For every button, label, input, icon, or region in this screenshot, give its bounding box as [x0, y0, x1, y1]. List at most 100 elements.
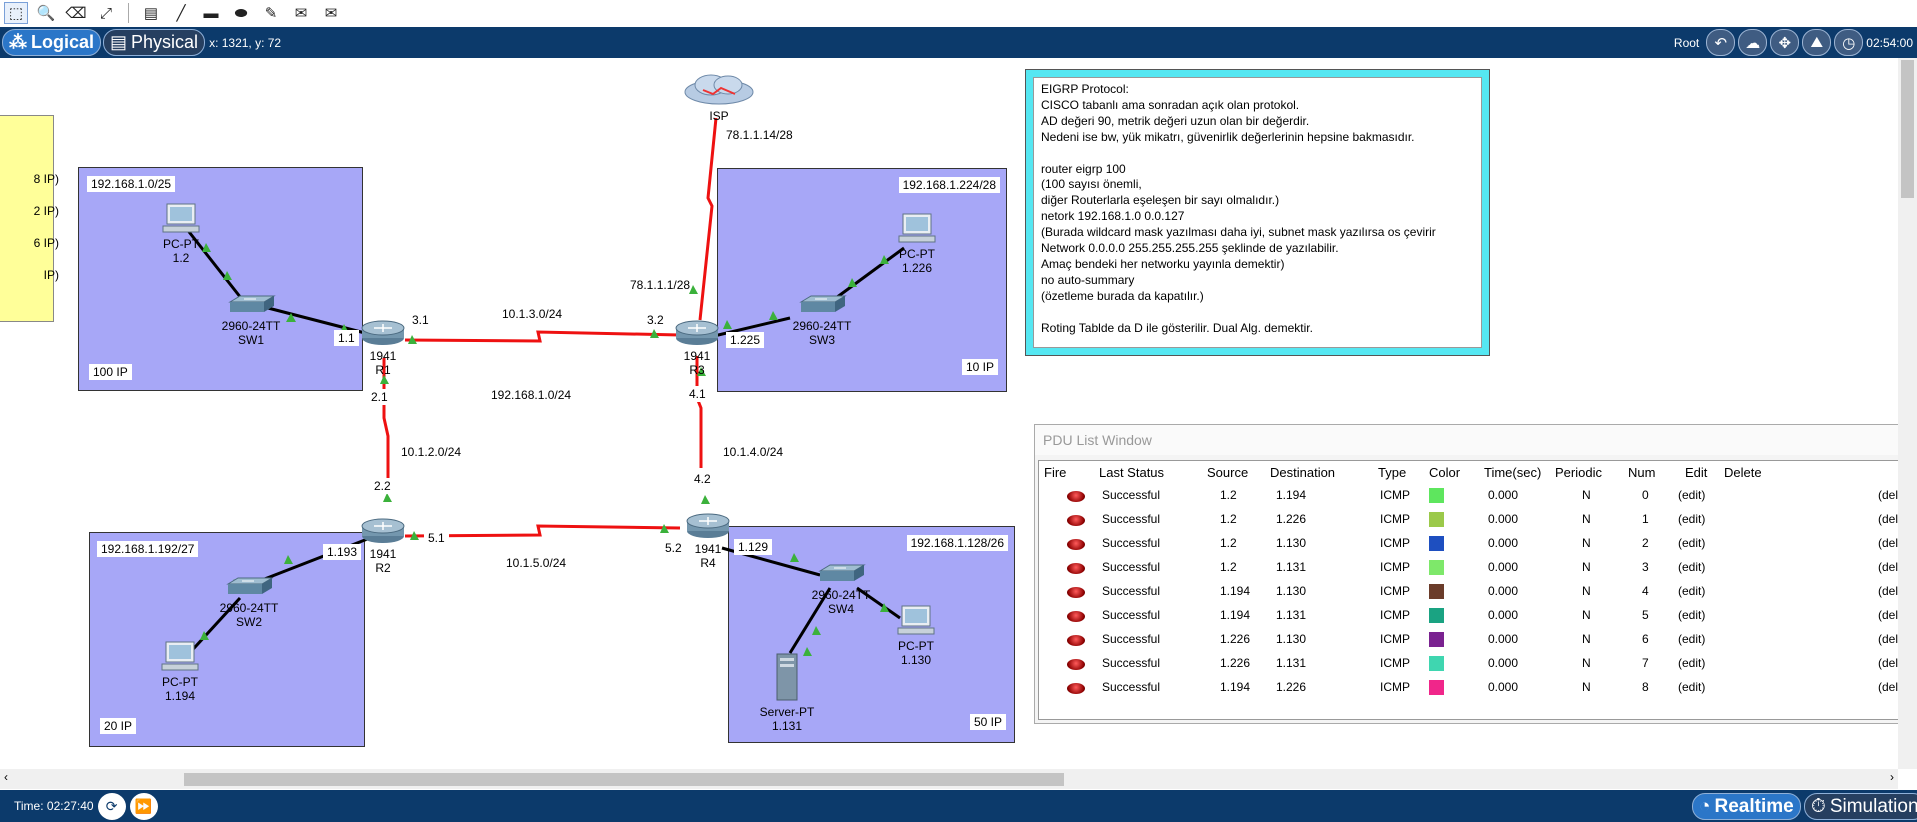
ellipse-icon[interactable]: ⬬: [229, 2, 253, 24]
tab-logical[interactable]: ⁂ Logical: [2, 29, 102, 56]
logical-workspace[interactable]: 8 IP) 2 IP) 6 IP) IP) 192.168.1.0/25 100…: [0, 58, 1898, 774]
server-1-131[interactable]: Server-PT 1.131: [752, 652, 822, 733]
pc-1-226[interactable]: PC-PT 1.226: [892, 212, 942, 275]
fire-icon[interactable]: [1067, 683, 1085, 694]
move-icon[interactable]: ✥: [1770, 29, 1800, 56]
fire-icon[interactable]: [1067, 491, 1085, 502]
pc-1-2[interactable]: PC-PT 1.2: [156, 202, 206, 265]
fire-icon[interactable]: [1067, 563, 1085, 574]
isp-cloud[interactable]: ISP: [683, 72, 755, 123]
clock: 02:54:00: [1866, 35, 1913, 50]
pdu-cell-delete[interactable]: (delete): [1878, 680, 1898, 694]
fire-icon[interactable]: [1067, 635, 1085, 646]
line-icon[interactable]: ╱: [169, 2, 193, 24]
link-isp-r3[interactable]: [698, 117, 718, 321]
pdu-color-swatch: [1429, 536, 1444, 551]
pdu-row[interactable]: Successful 1.2 1.226 ICMP 0.000 N 1 (edit) (dele…: [1039, 508, 1898, 532]
pdu-color-swatch: [1429, 512, 1444, 527]
pdu-cell-delete[interactable]: (delete): [1878, 512, 1898, 526]
switch-sw4[interactable]: 2960-24TT SW4: [808, 563, 874, 616]
pdu-cell-edit[interactable]: (edit): [1678, 656, 1705, 670]
horizontal-scroll-thumb[interactable]: [184, 773, 1064, 786]
pdu-row[interactable]: Successful 1.226 1.131 ICMP 0.000 N 7 (edit) (de…: [1039, 652, 1898, 676]
switch-sw1[interactable]: 2960-24TT SW1: [218, 294, 284, 347]
pdu-row[interactable]: Successful 1.2 1.131 ICMP 0.000 N 3 (edit) (dele…: [1039, 556, 1898, 580]
pdu-cell-edit[interactable]: (edit): [1678, 560, 1705, 574]
horizontal-scrollbar[interactable]: ‹ ›: [0, 769, 1898, 789]
switch-sw2[interactable]: 2960-24TT SW2: [216, 576, 282, 629]
router-r2[interactable]: 1941 R2: [358, 518, 408, 575]
select-icon[interactable]: ⬚: [4, 2, 28, 24]
background-icon[interactable]: ⛰: [1802, 29, 1832, 56]
fire-icon[interactable]: [1067, 587, 1085, 598]
link-status-indicator: [790, 553, 799, 562]
pdu-cell-delete[interactable]: (delete): [1878, 488, 1898, 502]
tab-physical[interactable]: ▤ Physical: [103, 29, 206, 56]
back-icon[interactable]: ↶: [1706, 29, 1736, 56]
pc-1-194[interactable]: PC-PT 1.194: [155, 640, 205, 703]
clock-icon[interactable]: ◷: [1834, 29, 1864, 56]
delete-icon[interactable]: ⌫: [64, 2, 88, 24]
switch-icon: [799, 295, 847, 312]
pdu-cell-type: ICMP: [1380, 488, 1410, 502]
inspect-icon[interactable]: 🔍: [34, 2, 58, 24]
reset-time-icon[interactable]: ⟳: [97, 792, 126, 820]
pdu-cell-delete[interactable]: (delete): [1878, 656, 1898, 670]
device-type: PC-PT: [899, 247, 935, 261]
simulation-mode-button[interactable]: ⏱ Simulation: [1804, 793, 1917, 820]
pdu-cell-delete[interactable]: (delete): [1878, 632, 1898, 646]
pdu-cell-delete[interactable]: (delete): [1878, 560, 1898, 574]
pdu-cell-delete[interactable]: (delete): [1878, 584, 1898, 598]
router-r1[interactable]: 1941 R1: [358, 320, 408, 377]
column-header: Color: [1429, 465, 1461, 480]
realtime-mode-button[interactable]: ◔ Realtime: [1692, 793, 1801, 820]
pdu-cell-source: 1.194: [1220, 680, 1251, 694]
pdu-list-window[interactable]: PDU List Window Fire Last Status Source …: [1034, 424, 1898, 724]
fire-icon[interactable]: [1067, 659, 1085, 670]
cloud-icon[interactable]: ☁: [1738, 29, 1768, 56]
resize-icon[interactable]: ⤢: [94, 2, 118, 24]
pdu-cell-edit[interactable]: (edit): [1678, 608, 1705, 622]
pdu-cell-delete[interactable]: (delete): [1878, 536, 1898, 550]
eigrp-note[interactable]: EIGRP Protocol: CISCO tabanlı ama sonrad…: [1025, 69, 1490, 356]
router-r4[interactable]: 1941 R4: [683, 513, 733, 570]
vertical-scrollbar[interactable]: [1898, 58, 1917, 769]
pdu-row[interactable]: Successful 1.194 1.131 ICMP 0.000 N 5 (edit) (de…: [1039, 604, 1898, 628]
rectangle-icon[interactable]: ▬: [199, 2, 223, 24]
pdu-row[interactable]: Successful 1.2 1.130 ICMP 0.000 N 2 (edit) (dele…: [1039, 532, 1898, 556]
fire-icon[interactable]: [1067, 515, 1085, 526]
interface-label: 4.2: [690, 471, 715, 487]
pdu-cell-edit[interactable]: (edit): [1678, 488, 1705, 502]
pdu-cell-edit[interactable]: (edit): [1678, 680, 1705, 694]
fire-icon[interactable]: [1067, 611, 1085, 622]
pdu-cell-source: 1.2: [1220, 512, 1237, 526]
add-complex-pdu-icon[interactable]: ✉: [319, 2, 343, 24]
scroll-left-icon[interactable]: ‹: [4, 770, 8, 784]
pdu-cell-edit[interactable]: (edit): [1678, 512, 1705, 526]
fire-icon[interactable]: [1067, 539, 1085, 550]
add-simple-pdu-icon[interactable]: ✉: [289, 2, 313, 24]
pdu-cell-delete[interactable]: (delete): [1878, 608, 1898, 622]
vertical-scroll-thumb[interactable]: [1901, 60, 1914, 198]
scroll-right-icon[interactable]: ›: [1890, 770, 1894, 784]
freeform-icon[interactable]: ✎: [259, 2, 283, 24]
note-icon[interactable]: ▤: [139, 2, 163, 24]
pdu-cell-edit[interactable]: (edit): [1678, 584, 1705, 598]
column-header: Edit: [1685, 465, 1708, 480]
pdu-row[interactable]: Successful 1.194 1.130 ICMP 0.000 N 4 (edit) (de…: [1039, 580, 1898, 604]
link-status-indicator: [284, 555, 293, 564]
pdu-cell-edit[interactable]: (edit): [1678, 536, 1705, 550]
pdu-cell-periodic: N: [1582, 560, 1591, 574]
router-r3[interactable]: 1941 R3: [672, 320, 722, 377]
pdu-row[interactable]: Successful 1.2 1.194 ICMP 0.000 N 0 (edit) (dele…: [1039, 484, 1898, 508]
pdu-row[interactable]: Successful 1.226 1.130 ICMP 0.000 N 6 (edit) (de…: [1039, 628, 1898, 652]
pdu-row[interactable]: Successful 1.194 1.226 ICMP 0.000 N 8 (edit) (de…: [1039, 676, 1898, 700]
link-r1-r3[interactable]: [404, 330, 681, 343]
device-address: 1.130: [900, 653, 932, 667]
link-label: 78.1.1.14/28: [726, 128, 793, 142]
pc-1-130[interactable]: PC-PT 1.130: [891, 604, 941, 667]
switch-sw3[interactable]: 2960-24TT SW3: [789, 294, 855, 347]
fast-forward-icon[interactable]: ⏩: [129, 792, 158, 820]
pdu-cell-source: 1.226: [1220, 632, 1251, 646]
pdu-cell-edit[interactable]: (edit): [1678, 632, 1705, 646]
